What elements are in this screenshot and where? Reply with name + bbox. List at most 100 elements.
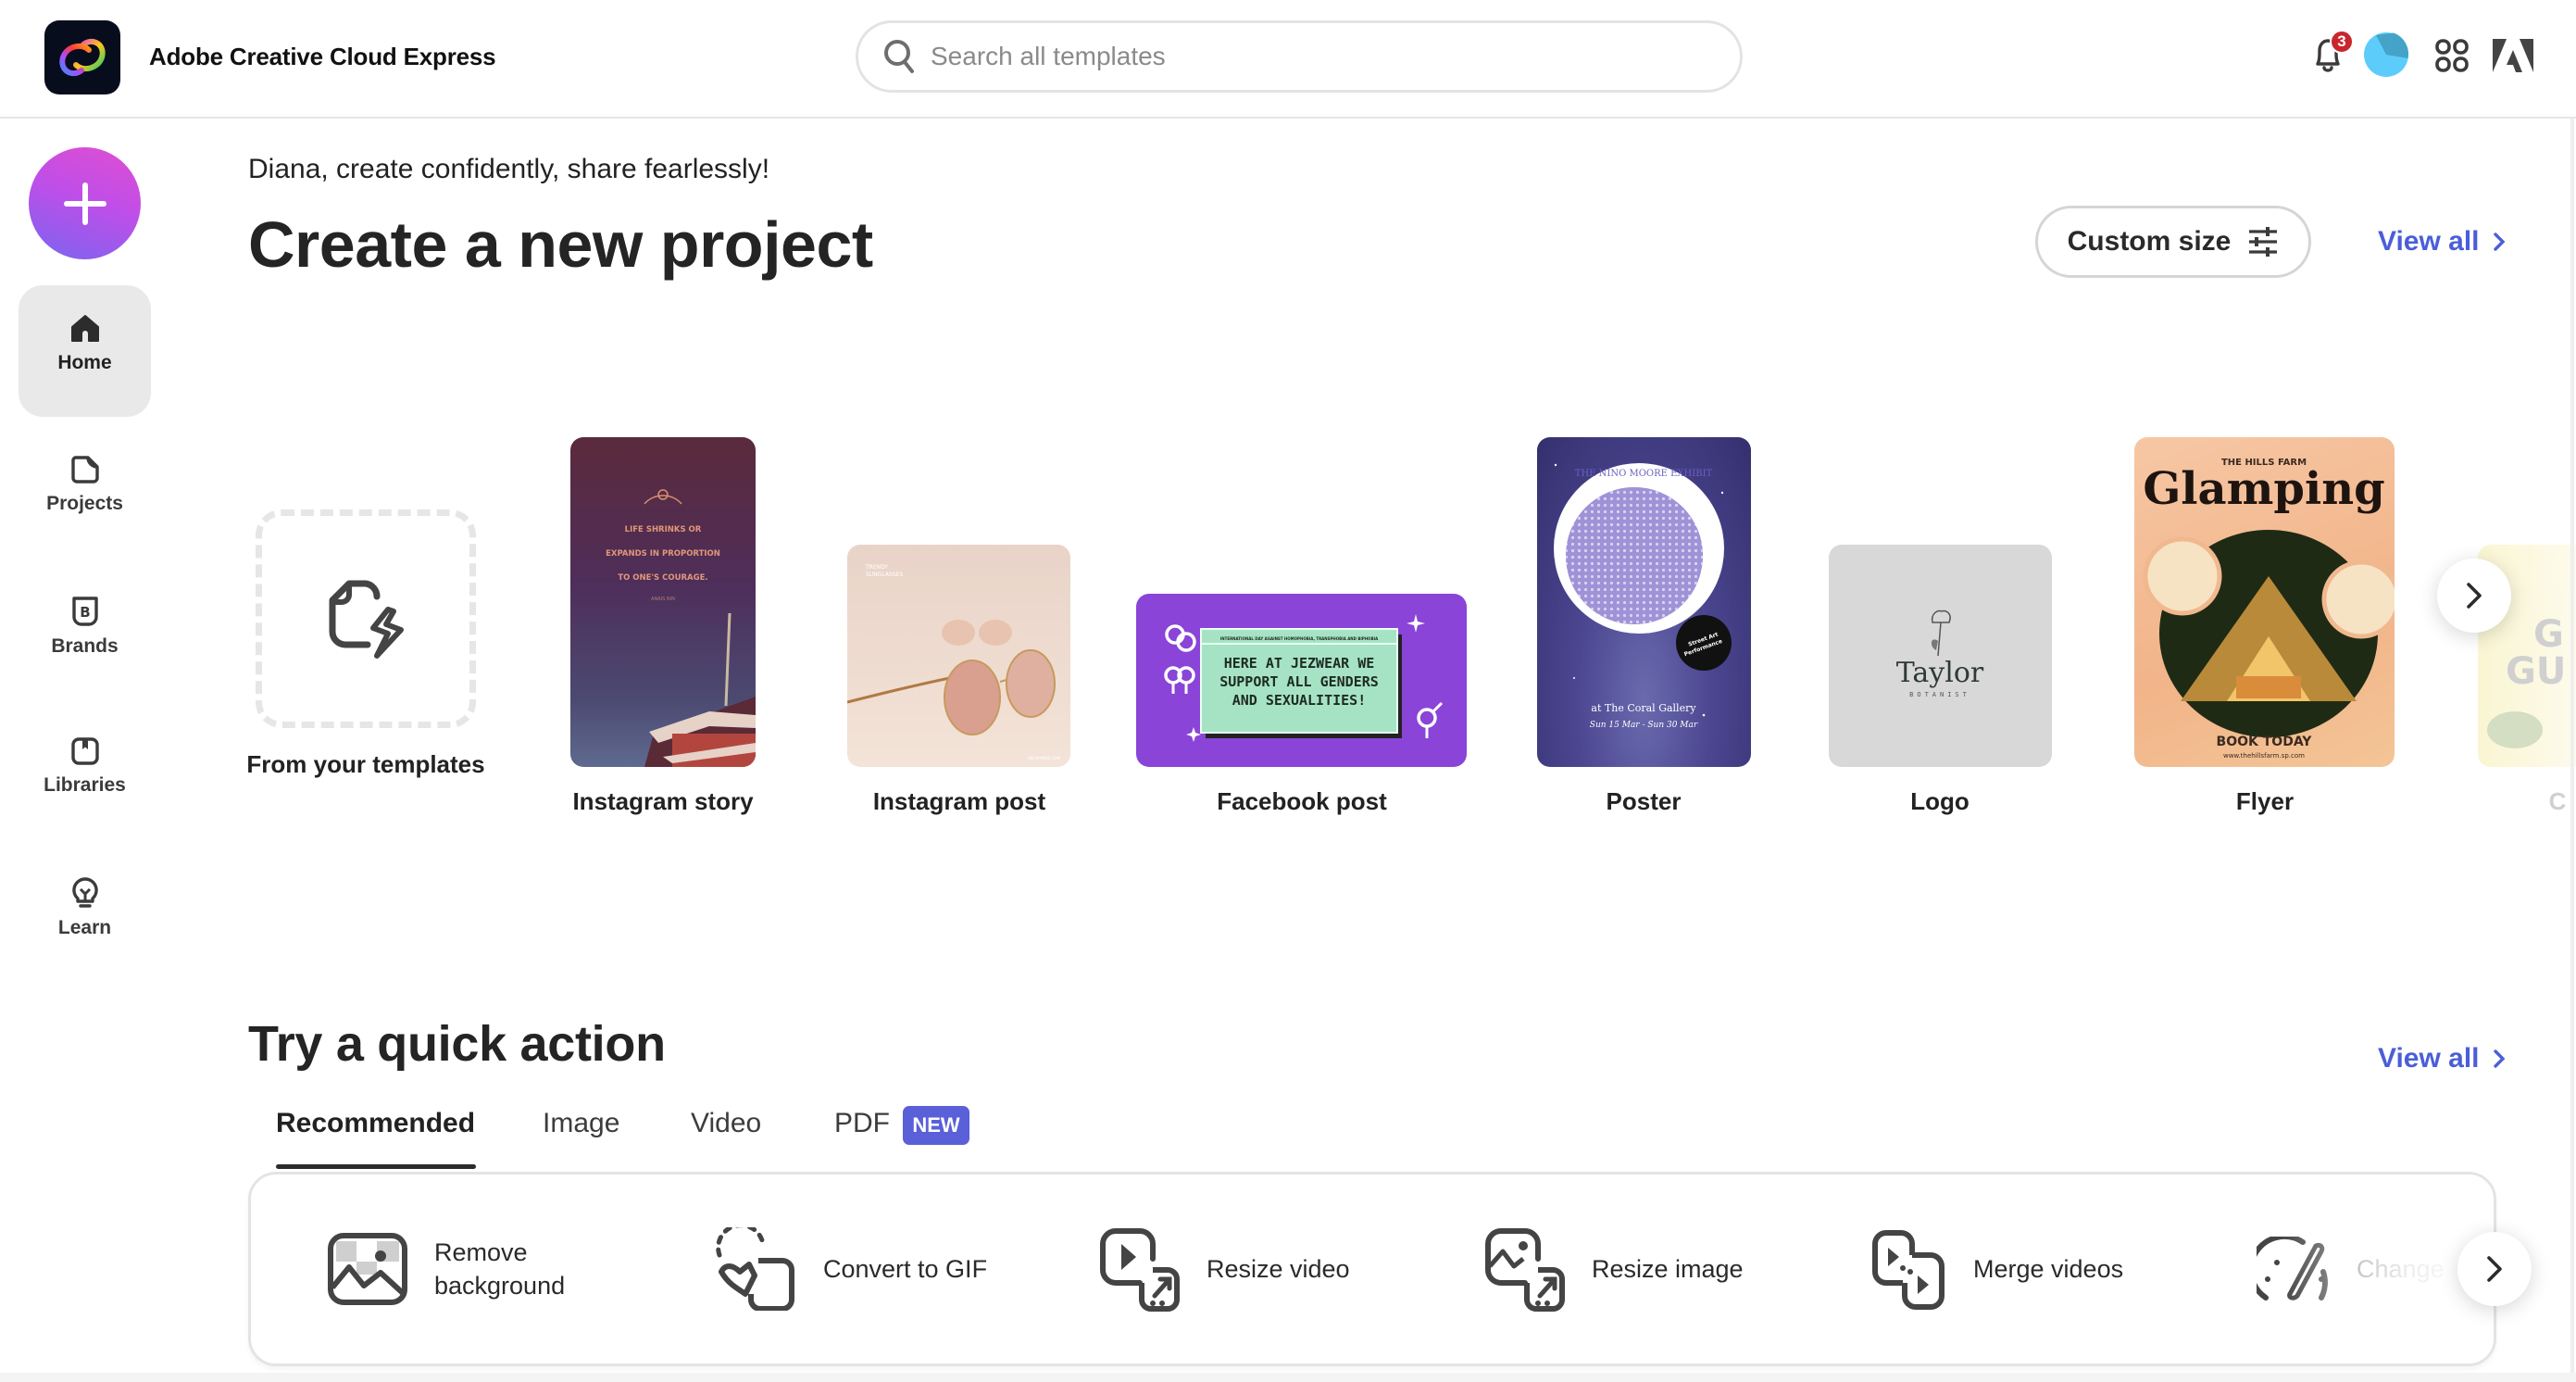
poster-artwork: THE NINO MOORE EXHIBIT Street Art Perfor… [1554, 463, 1732, 730]
projects-icon [70, 456, 99, 484]
logo-subtitle: BOTANIST [1909, 691, 1970, 698]
templates-next-button[interactable] [2437, 559, 2511, 633]
svg-text:SUPPORT ALL GENDERS: SUPPORT ALL GENDERS [1219, 673, 1379, 690]
template-label: Logo [1910, 787, 1970, 815]
quick-action-convert-to-gif[interactable]: Convert to GIF [712, 1175, 987, 1363]
tab-recommended[interactable]: Recommended [276, 1108, 475, 1139]
bottom-edge [0, 1373, 2576, 1382]
chevron-right-icon [2487, 1256, 2502, 1282]
convert-gif-icon [716, 1227, 794, 1311]
template-label: Poster [1606, 787, 1682, 815]
story-quote-line2: EXPANDS IN PROPORTION [606, 549, 720, 559]
view-all-label: View all [2378, 1043, 2480, 1074]
svg-text:AND SEXUALITIES!: AND SEXUALITIES! [1232, 692, 1367, 709]
sidebar-item-projects[interactable]: Projects [19, 454, 151, 515]
template-logo[interactable]: Taylor BOTANIST [1829, 545, 2052, 767]
lightbulb-icon [71, 877, 98, 908]
quick-actions-next-button[interactable] [2457, 1232, 2532, 1306]
chevron-right-icon [2493, 1049, 2505, 1068]
chevron-right-icon [2493, 232, 2505, 251]
adobe-button[interactable] [2491, 33, 2535, 78]
sidebar-item-brands[interactable]: B Brands [19, 595, 151, 658]
quick-action-resize-video[interactable]: Resize video [1097, 1175, 1350, 1363]
cc-express-logo[interactable] [44, 20, 120, 94]
libraries-icon [70, 737, 99, 765]
notification-count-badge: 3 [2330, 30, 2354, 54]
post-text-trendy: TRENDY [865, 564, 888, 571]
file-lightning-icon [329, 580, 404, 659]
quick-action-remove-background[interactable]: Remove background [327, 1175, 565, 1363]
poster-thumbnail: THE NINO MOORE EXHIBIT Street Art Perfor… [1537, 437, 1751, 767]
sidebar-item-label: Brands [51, 635, 119, 657]
template-instagram-post[interactable]: TRENDY SUNGLASSES UNCOMMON.COM [847, 545, 1070, 767]
quick-action-resize-image[interactable]: Resize image [1482, 1175, 1744, 1363]
instagram-post-thumbnail: TRENDY SUNGLASSES UNCOMMON.COM [847, 545, 1070, 767]
post-text-url: UNCOMMON.COM [1027, 756, 1060, 760]
new-badge: NEW [903, 1106, 969, 1145]
flyer-url: www.thehillsfarm.sp.com [2223, 752, 2305, 760]
post-text-sunglasses: SUNGLASSES [866, 572, 903, 578]
merge-videos-icon [1872, 1230, 1945, 1310]
sidebar-item-label: Home [57, 352, 112, 373]
search-bar[interactable] [856, 20, 1743, 93]
chevron-right-icon [2467, 583, 2482, 609]
tab-image[interactable]: Image [543, 1108, 619, 1139]
page-scrollbar[interactable] [2570, 119, 2574, 1382]
fb-small-heading: INTERNATIONAL DAY AGAINST HOMOPHOBIA, TR… [1220, 636, 1379, 641]
sidebar-item-label: Learn [57, 917, 112, 938]
template-facebook-post[interactable]: INTERNATIONAL DAY AGAINST HOMOPHOBIA, TR… [1136, 594, 1467, 767]
notifications-button[interactable]: 3 [2306, 30, 2354, 78]
app-title: Adobe Creative Cloud Express [149, 43, 496, 70]
quick-action-label: Resize video [1207, 1255, 1350, 1283]
page-title: Create a new project [248, 208, 873, 281]
top-header: Adobe Creative Cloud Express 3 [0, 0, 2576, 119]
template-from-your-templates[interactable] [256, 509, 476, 728]
poster-dates: Sun 15 Mar - Sun 30 Mar [1590, 721, 1698, 730]
facebook-post-artwork: INTERNATIONAL DAY AGAINST HOMOPHOBIA, TR… [1164, 614, 1444, 742]
partial-card-text2: GU [2506, 650, 2566, 693]
instagram-post-artwork: TRENDY SUNGLASSES UNCOMMON.COM [847, 564, 1061, 760]
view-all-quick-actions-link[interactable]: View all [2378, 1043, 2506, 1074]
flyer-cta: BOOK TODAY [2217, 735, 2313, 749]
quick-action-label: Change [2357, 1255, 2445, 1283]
sidebar-item-home[interactable]: Home [19, 285, 151, 417]
cc-express-logo-icon [59, 38, 106, 77]
logo-artwork: Taylor BOTANIST [1896, 609, 1984, 698]
avatar[interactable] [2363, 31, 2409, 78]
tab-video[interactable]: Video [691, 1108, 761, 1139]
story-quote-line3: TO ONE'S COURAGE. [618, 573, 707, 583]
template-flyer[interactable]: THE HILLS FARM Glamping BOOK TODAY www.t… [2134, 437, 2395, 767]
tab-pdf[interactable]: PDF [834, 1108, 890, 1139]
quick-action-label: Resize image [1592, 1255, 1744, 1283]
plus-icon [63, 182, 106, 225]
svg-text:HERE AT JEZWEAR WE: HERE AT JEZWEAR WE [1224, 655, 1375, 672]
template-label: From your templates [246, 750, 485, 778]
template-poster[interactable]: THE NINO MOORE EXHIBIT Street Art Perfor… [1537, 437, 1751, 767]
template-label: Facebook post [1217, 787, 1387, 815]
sidebar-item-learn[interactable]: Learn [19, 876, 151, 939]
template-label: Instagram post [872, 787, 1046, 815]
apps-button[interactable] [2430, 33, 2474, 78]
create-new-button[interactable] [29, 147, 141, 259]
view-all-label: View all [2378, 226, 2480, 257]
custom-size-button[interactable]: Custom size [2035, 206, 2311, 278]
logo-thumbnail: Taylor BOTANIST [1829, 545, 2052, 767]
instagram-story-thumbnail: LIFE SHRINKS OR EXPANDS IN PROPORTION TO… [570, 437, 756, 767]
template-instagram-story[interactable]: LIFE SHRINKS OR EXPANDS IN PROPORTION TO… [570, 437, 756, 767]
search-input[interactable] [931, 42, 1690, 71]
story-author: ANAIS NIN [651, 597, 675, 602]
flyer-thumbnail: THE HILLS FARM Glamping BOOK TODAY www.t… [2134, 437, 2395, 767]
facebook-post-thumbnail: INTERNATIONAL DAY AGAINST HOMOPHOBIA, TR… [1136, 594, 1467, 767]
quick-action-merge-videos[interactable]: Merge videos [1869, 1175, 2123, 1363]
sidebar-item-label: Projects [46, 493, 123, 514]
sidebar-item-libraries[interactable]: Libraries [19, 735, 151, 797]
template-label: Instagram story [572, 787, 754, 815]
svg-text:B: B [80, 604, 90, 621]
flyer-artwork: THE HILLS FARM Glamping BOOK TODAY www.t… [2143, 458, 2395, 760]
view-all-templates-link[interactable]: View all [2378, 226, 2506, 258]
speed-gauge-icon [2257, 1237, 2328, 1300]
active-tab-indicator [276, 1164, 476, 1169]
quick-action-label: Convert to GIF [823, 1255, 988, 1283]
quick-action-change-speed[interactable]: Change [2257, 1175, 2445, 1363]
poster-venue: at The Coral Gallery [1591, 702, 1696, 714]
